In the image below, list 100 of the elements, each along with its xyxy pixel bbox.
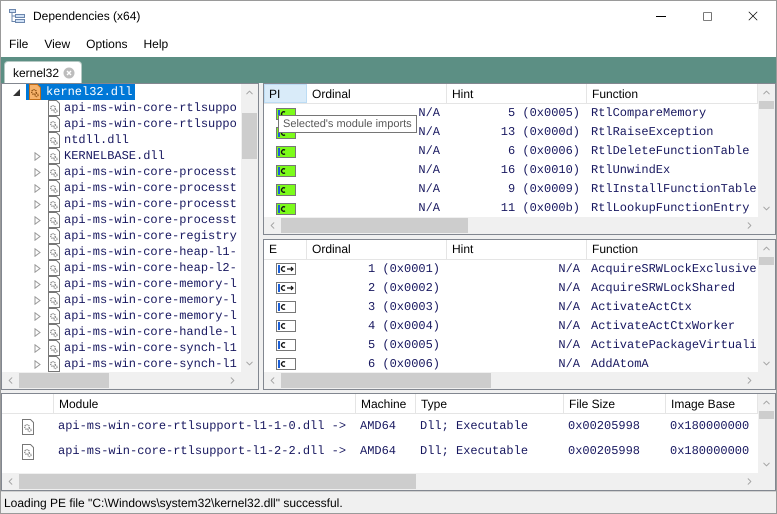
horizontal-scrollbar[interactable] (2, 372, 241, 389)
tree-item[interactable]: api-ms-win-core-synch-l1 (46, 356, 240, 372)
horizontal-scrollbar[interactable] (264, 372, 758, 389)
close-icon[interactable] (63, 66, 76, 78)
tree-item[interactable]: api-ms-win-core-rtlsuppo (46, 100, 240, 116)
scrollbar-thumb[interactable] (759, 411, 774, 419)
collapsed-arrow-icon[interactable] (32, 328, 42, 336)
collapsed-arrow-icon[interactable] (32, 168, 42, 176)
imported-function-icon (276, 164, 296, 176)
status-text: Loading PE file "C:\Windows\system32\kernel32.dll" successful. (4, 496, 343, 510)
collapsed-arrow-icon[interactable] (32, 200, 42, 208)
collapsed-arrow-icon[interactable] (32, 152, 42, 160)
menu-item[interactable]: View (38, 33, 78, 55)
tree-item[interactable]: api-ms-win-core-processt (46, 212, 240, 228)
collapsed-arrow-icon[interactable] (32, 232, 42, 240)
file-gear-icon (48, 292, 60, 308)
collapsed-arrow-icon[interactable] (32, 184, 42, 192)
machine-cell-text: AMD64 (359, 444, 398, 459)
module-cell-text: api-ms-win-core-rtlsupport-l1-1-0.dll -> (57, 419, 348, 434)
hint-cell-text: N/A (557, 338, 581, 352)
tree-item[interactable]: api-ms-win-core-memory-l (46, 292, 240, 308)
tree-item[interactable]: api-ms-win-core-handle-l (46, 324, 240, 340)
tree-item[interactable]: api-ms-win-core-processt (46, 196, 240, 212)
tree-item[interactable]: api-ms-win-core-heap-l2- (46, 260, 240, 276)
tree-item[interactable]: api-ms-win-core-processt (46, 164, 240, 180)
function-cell-text: AcquireSRWLockExclusive (590, 262, 758, 276)
tree-item[interactable]: api-ms-win-core-registry (46, 228, 240, 244)
tree-item[interactable]: ntdll.dll (46, 132, 132, 148)
function-cell-text: RtlUnwindEx (590, 163, 672, 178)
function-cell-text: ActivateActCtx (590, 300, 693, 314)
ordinal-cell-text: 6 (0x0006) (366, 356, 441, 372)
hint-cell-text: 13 (0x000d) (500, 125, 581, 140)
ordinal-cell-text: 4 (0x0004) (366, 318, 441, 334)
tree-item[interactable]: api-ms-win-core-memory-l (46, 308, 240, 324)
file-gear-icon (48, 244, 60, 260)
vertical-scrollbar[interactable] (241, 84, 258, 372)
file-gear-icon (48, 148, 60, 164)
file-gear-icon (48, 260, 60, 276)
tree-item[interactable]: api-ms-win-core-processt (46, 180, 240, 196)
tree-item[interactable]: kernel32.dll (26, 84, 136, 100)
hint-cell-text: 6 (0x0006) (506, 144, 581, 159)
collapsed-arrow-icon[interactable] (32, 360, 42, 368)
file-gear-icon (48, 228, 60, 244)
file-gear-icon (48, 180, 60, 196)
vertical-scrollbar[interactable] (758, 240, 775, 372)
vertical-scrollbar[interactable] (758, 84, 775, 216)
collapsed-arrow-icon[interactable] (32, 216, 42, 224)
tree-item[interactable]: KERNELBASE.dll (46, 148, 168, 164)
app-icon (9, 9, 25, 23)
forwarded-function-icon (276, 263, 296, 275)
vertical-scrollbar[interactable] (758, 394, 775, 473)
tree-item[interactable]: api-ms-win-core-synch-l1 (46, 340, 240, 356)
file-gear-icon (48, 340, 60, 356)
function-cell-text: ActivatePackageVirtuali (590, 338, 758, 352)
hint-cell-text: N/A (557, 262, 581, 276)
file-size-cell-text: 0x00205998 (567, 419, 642, 434)
collapsed-arrow-icon[interactable] (32, 280, 42, 288)
column-header[interactable]: PI (264, 84, 307, 103)
expanded-arrow-icon[interactable] (12, 88, 20, 96)
image-base-cell-text: 0x180000000 (669, 444, 750, 459)
machine-cell-text: AMD64 (359, 419, 398, 434)
hint-cell-text: N/A (557, 300, 581, 314)
image-base-cell-text: 0x180000000 (669, 419, 750, 434)
menu-item[interactable]: Options (80, 33, 136, 55)
collapsed-arrow-icon[interactable] (32, 296, 42, 304)
horizontal-scrollbar[interactable] (264, 216, 758, 234)
exported-function-icon (276, 301, 296, 313)
tree-item[interactable]: api-ms-win-core-heap-l1- (46, 244, 240, 260)
ordinal-cell-text: N/A (417, 163, 441, 178)
collapsed-arrow-icon[interactable] (32, 344, 42, 352)
ordinal-cell-text: N/A (417, 182, 441, 197)
hint-cell-text: 16 (0x0010) (500, 163, 581, 178)
scrollbar-thumb[interactable] (759, 101, 774, 109)
file-gear-icon (22, 444, 34, 460)
type-cell-text: Dll; Executable (419, 419, 530, 434)
scrollbar-thumb[interactable] (281, 373, 491, 388)
ordinal-cell-text: 3 (0x0003) (366, 300, 441, 314)
collapsed-arrow-icon[interactable] (32, 264, 42, 272)
menu-item[interactable]: File (3, 33, 36, 55)
tree-item[interactable]: api-ms-win-core-memory-l (46, 276, 240, 292)
ordinal-cell-text: N/A (417, 125, 441, 140)
tab[interactable]: kernel32 (4, 61, 82, 83)
ordinal-cell-text: 5 (0x0005) (366, 338, 441, 352)
scrollbar-thumb[interactable] (19, 373, 109, 388)
hint-cell-text: N/A (557, 280, 581, 296)
scrollbar-thumb[interactable] (281, 218, 468, 232)
menu-item[interactable]: Help (138, 33, 176, 55)
imported-function-icon (276, 146, 296, 158)
type-cell-text: Dll; Executable (419, 444, 530, 459)
scrollbar-thumb[interactable] (19, 474, 416, 489)
maximize-icon (702, 10, 712, 22)
collapsed-arrow-icon[interactable] (32, 248, 42, 256)
file-gear-icon (48, 116, 60, 132)
file-gear-icon (48, 132, 60, 148)
function-cell-text: RtlRaiseException (590, 125, 714, 140)
scrollbar-thumb[interactable] (759, 256, 774, 264)
collapsed-arrow-icon[interactable] (32, 312, 42, 320)
tree-item[interactable]: api-ms-win-core-rtlsuppo (46, 116, 240, 132)
scrollbar-thumb[interactable] (242, 113, 257, 159)
horizontal-scrollbar[interactable] (2, 473, 758, 490)
